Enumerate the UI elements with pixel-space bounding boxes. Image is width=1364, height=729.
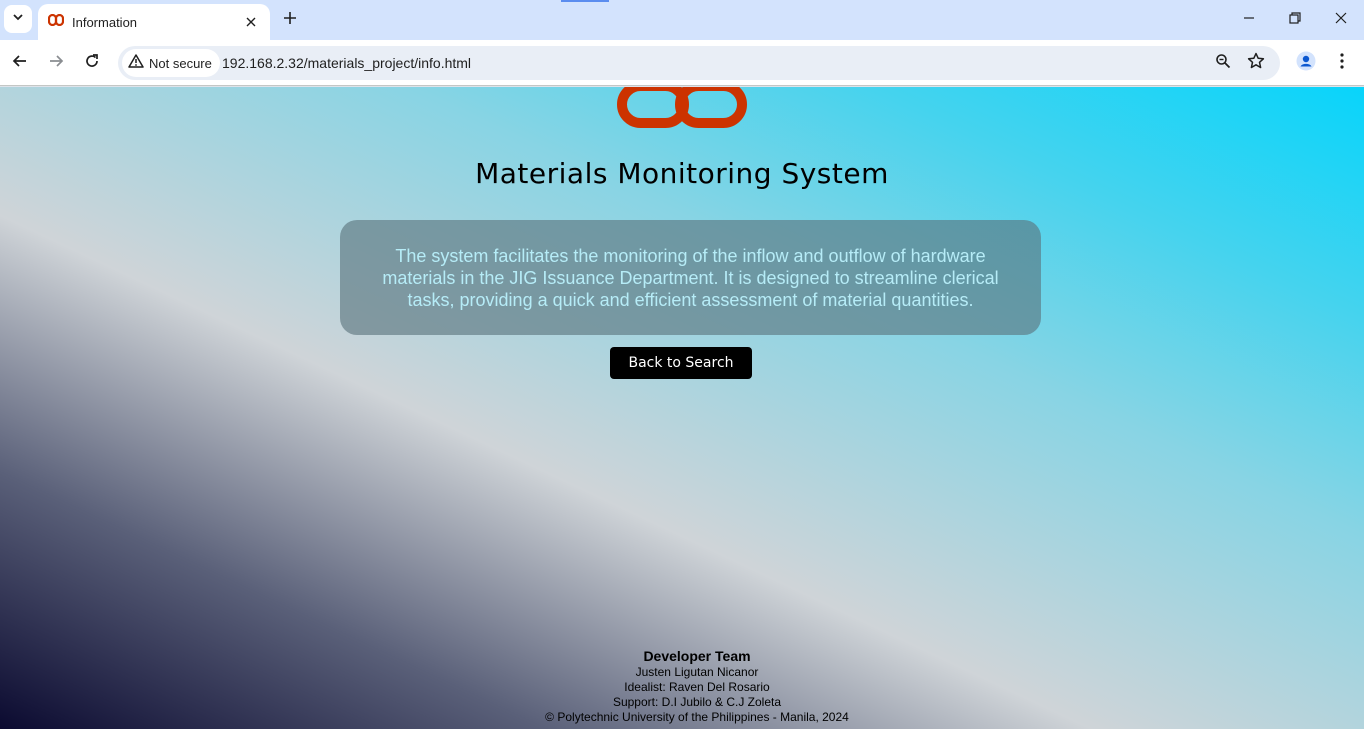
minimize-icon [1243, 11, 1255, 29]
star-icon [1247, 52, 1265, 75]
browser-menu-button[interactable] [1328, 49, 1356, 77]
restore-button[interactable] [1281, 6, 1309, 34]
close-icon [1335, 11, 1347, 29]
warning-icon [128, 53, 144, 73]
zoom-icon [1215, 53, 1231, 74]
page-viewport: Materials Monitoring System The system f… [0, 87, 1364, 729]
url-text[interactable]: 192.168.2.32/materials_project/info.html [222, 55, 471, 71]
profile-button[interactable] [1292, 49, 1320, 77]
new-tab-button[interactable] [278, 8, 302, 32]
site-logo [617, 87, 747, 129]
back-nav-button[interactable] [6, 49, 34, 77]
footer-heading: Developer Team [643, 648, 751, 664]
security-chip[interactable]: Not secure [122, 49, 220, 77]
restore-icon [1289, 11, 1301, 29]
tab-strip: Information [0, 0, 1364, 40]
tab-title: Information [72, 14, 138, 30]
back-to-search-button[interactable]: Back to Search [610, 347, 752, 379]
description-text: The system facilitates the monitoring of… [382, 245, 999, 310]
footer-line-developer: Justen Ligutan Nicanor [635, 665, 759, 679]
reload-icon [84, 53, 100, 74]
tab-search-button[interactable] [4, 5, 32, 33]
site-logo-favicon-icon [47, 13, 65, 31]
address-bar[interactable]: Not secure 192.168.2.32/materials_projec… [118, 46, 1280, 80]
minimize-button[interactable] [1235, 6, 1263, 34]
plus-icon [283, 11, 297, 30]
footer-line-idealist: Idealist: Raven Del Rosario [624, 680, 770, 694]
zoom-button[interactable] [1211, 51, 1235, 75]
avatar-icon [1296, 51, 1316, 76]
more-vertical-icon [1340, 52, 1344, 74]
tab-indicator [561, 0, 609, 2]
close-window-button[interactable] [1327, 6, 1355, 34]
footer-line-support: Support: D.I Jubilo & C.J Zoleta [612, 695, 782, 709]
tab-close-icon[interactable] [242, 13, 260, 31]
forward-nav-button[interactable] [42, 49, 70, 77]
footer: Developer Team Justen Ligutan Nicanor Id… [0, 647, 1364, 725]
page-title: Materials Monitoring System [475, 157, 889, 190]
arrow-left-icon [12, 53, 28, 74]
arrow-right-icon [48, 53, 64, 74]
browser-toolbar: Not secure 192.168.2.32/materials_projec… [0, 40, 1364, 86]
reload-button[interactable] [78, 49, 106, 77]
bookmark-button[interactable] [1244, 51, 1268, 75]
chevron-down-icon [12, 10, 24, 28]
footer-line-copyright: © Polytechnic University of the Philippi… [545, 710, 849, 724]
description-panel: The system facilitates the monitoring of… [340, 220, 1041, 335]
security-label: Not secure [149, 55, 212, 71]
active-tab[interactable]: Information [38, 4, 270, 40]
